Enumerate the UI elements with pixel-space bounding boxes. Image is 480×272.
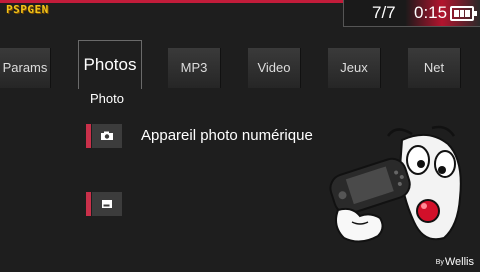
mascot-image xyxy=(329,125,462,243)
battery-icon xyxy=(450,6,477,21)
tab-net[interactable]: Net xyxy=(408,48,461,88)
menu-item-label: Appareil photo numérique xyxy=(141,127,313,144)
selection-marker xyxy=(86,192,91,216)
submenu-title: Photo xyxy=(90,91,124,106)
tab-video[interactable]: Video xyxy=(248,48,301,88)
main-menu-tabs: Params Photos MP3 Video Jeux Net xyxy=(0,40,480,89)
memory-card-icon xyxy=(92,192,122,216)
date-display: 7/7 xyxy=(372,3,396,22)
author-credit: ByWellis xyxy=(436,256,474,268)
selection-marker xyxy=(86,124,91,148)
tab-params[interactable]: Params xyxy=(0,48,51,88)
tab-mp3[interactable]: MP3 xyxy=(168,48,221,88)
app-logo: PSPGEN xyxy=(6,3,49,16)
credit-prefix: By xyxy=(435,259,444,266)
tab-photos[interactable]: Photos xyxy=(78,40,142,89)
tab-jeux[interactable]: Jeux xyxy=(328,48,381,88)
credit-author: Wellis xyxy=(444,256,474,268)
status-bar: 7/7 0:15 xyxy=(343,0,480,27)
camera-icon xyxy=(92,124,122,148)
clock-display: 0:15 xyxy=(414,3,448,22)
